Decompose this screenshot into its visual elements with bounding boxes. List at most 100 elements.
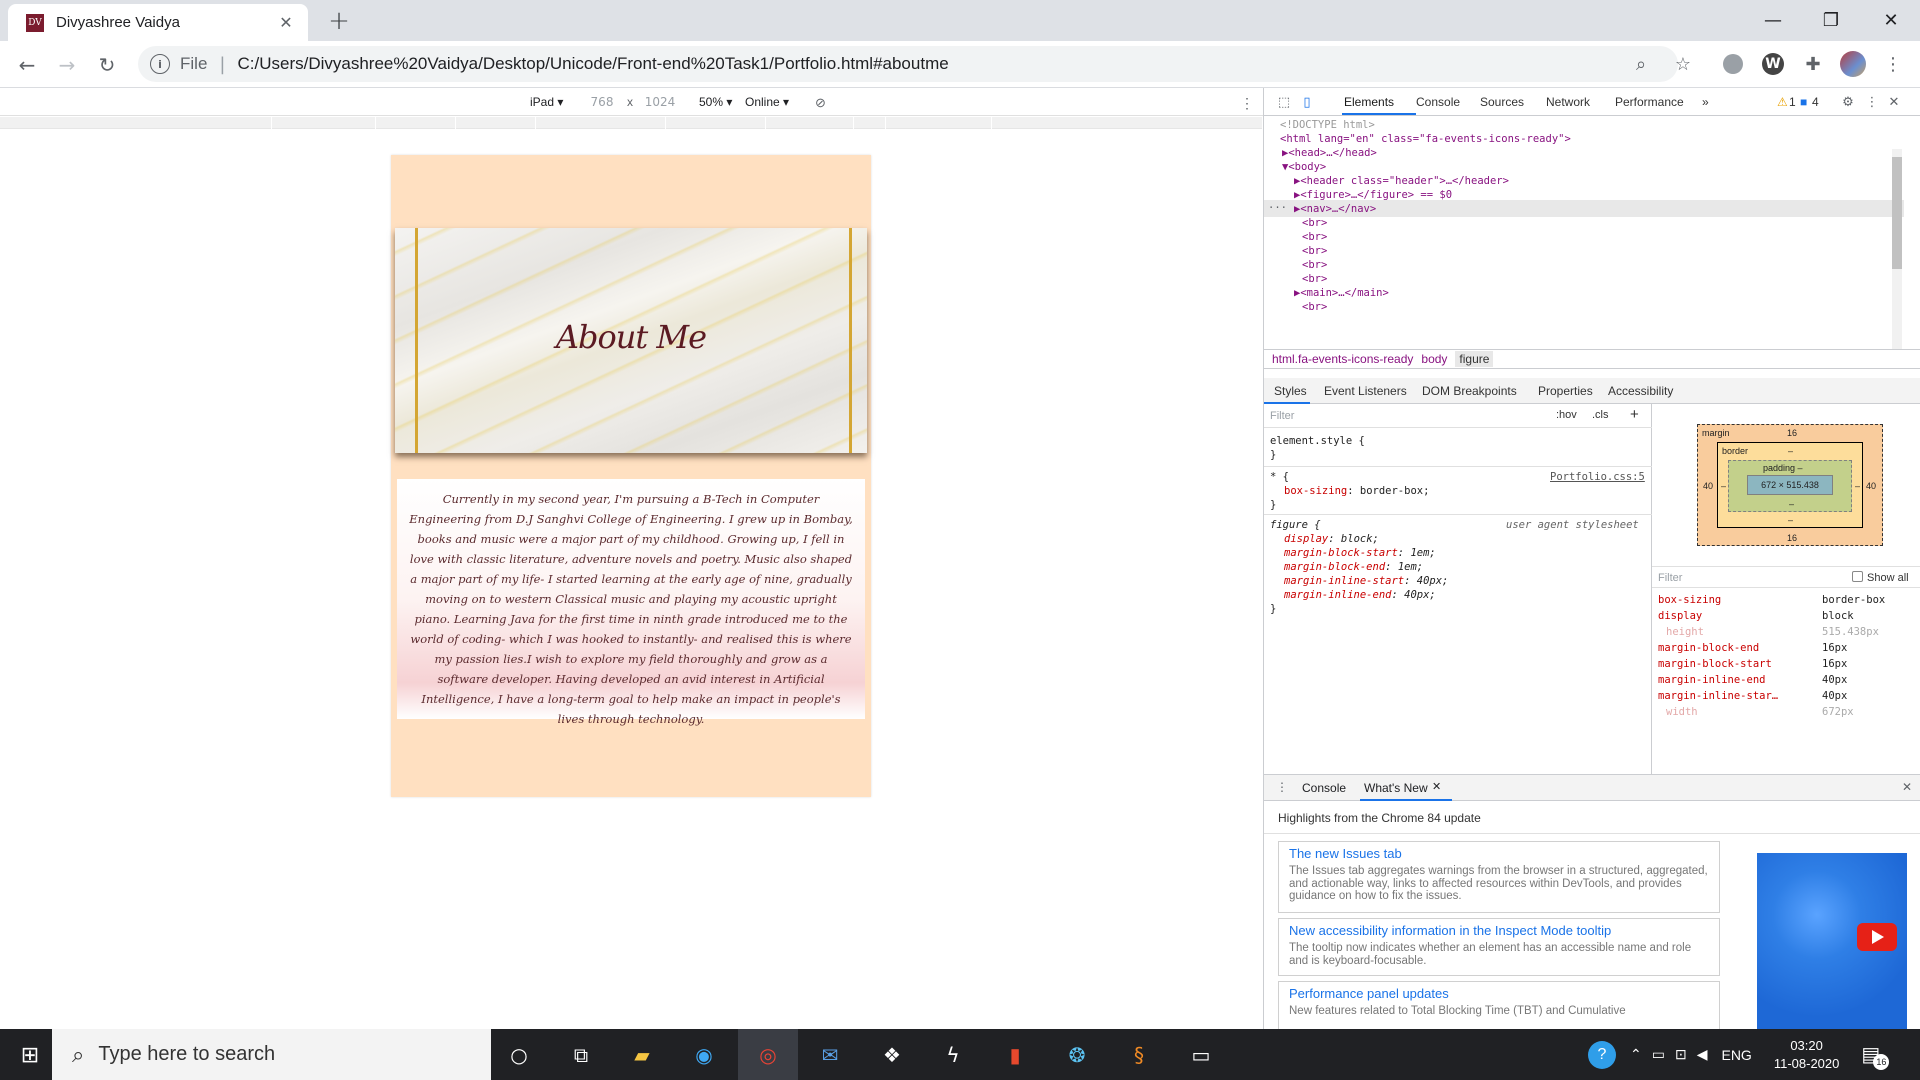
- media-query-segment[interactable]: [854, 117, 886, 129]
- drawer-tab-console[interactable]: Console: [1302, 781, 1346, 795]
- tab-console[interactable]: Console: [1416, 95, 1460, 109]
- app-bolt-icon[interactable]: ϟ: [937, 1039, 969, 1071]
- class-toggle[interactable]: .cls: [1592, 409, 1609, 421]
- tray-chevron-icon[interactable]: ⌃: [1630, 1046, 1642, 1063]
- drawer-menu-icon[interactable]: ⋮: [1276, 780, 1288, 794]
- youtube-play-icon[interactable]: [1857, 923, 1897, 951]
- new-tab-button[interactable]: +: [324, 6, 354, 36]
- media-query-segment[interactable]: [272, 117, 376, 129]
- media-query-segment[interactable]: [456, 117, 536, 129]
- terminal-icon[interactable]: ▭: [1185, 1039, 1217, 1071]
- tab-network[interactable]: Network: [1546, 95, 1590, 109]
- styles-filter-input[interactable]: Filter: [1270, 410, 1294, 422]
- office-icon[interactable]: ▮: [999, 1039, 1031, 1071]
- cortana-icon[interactable]: ○: [503, 1039, 535, 1071]
- media-query-segment[interactable]: [886, 117, 992, 129]
- device-toggle-icon[interactable]: ▯: [1299, 94, 1315, 110]
- whats-new-card[interactable]: The new Issues tab The Issues tab aggreg…: [1278, 841, 1720, 913]
- media-query-bar[interactable]: [0, 117, 1263, 129]
- computed-row[interactable]: margin-block-start 16px: [1652, 656, 1920, 672]
- padding-bottom-value[interactable]: –: [1789, 499, 1794, 509]
- margin-top-value[interactable]: 16: [1787, 428, 1797, 438]
- devtools-menu-icon[interactable]: ⋮: [1864, 94, 1880, 110]
- computed-row[interactable]: height 515.438px: [1652, 624, 1920, 640]
- computed-row[interactable]: margin-inline-end 40px: [1652, 672, 1920, 688]
- box-model-margin[interactable]: margin 16 16 40 40 border – – – – paddin…: [1697, 424, 1883, 546]
- computed-row[interactable]: margin-inline-star… 40px: [1652, 688, 1920, 704]
- zoom-select[interactable]: 50% ▾: [699, 95, 732, 109]
- media-query-segment[interactable]: [992, 117, 1263, 129]
- warning-count[interactable]: 1: [1789, 95, 1796, 109]
- subtab-properties[interactable]: Properties: [1538, 384, 1593, 398]
- new-rule-button[interactable]: +: [1630, 406, 1639, 423]
- profile-avatar[interactable]: [1838, 49, 1868, 79]
- declaration-margin-inline-start[interactable]: margin-inline-start: 40px;: [1284, 574, 1448, 588]
- subtab-dom-breakpoints[interactable]: DOM Breakpoints: [1422, 384, 1517, 398]
- border-right-value[interactable]: –: [1855, 481, 1860, 491]
- dom-node[interactable]: <br>: [1302, 299, 1327, 316]
- network-throttle-select[interactable]: Online ▾: [745, 95, 789, 109]
- declaration-margin-block-end[interactable]: margin-block-end: 1em;: [1284, 560, 1423, 574]
- margin-right-value[interactable]: 40: [1866, 481, 1876, 491]
- dom-scroll-thumb[interactable]: [1892, 157, 1902, 269]
- taskbar-search-box[interactable]: ⌕ Type here to search: [52, 1029, 491, 1080]
- margin-bottom-value[interactable]: 16: [1787, 533, 1797, 543]
- computed-row[interactable]: width 672px: [1652, 704, 1920, 720]
- box-model-border[interactable]: border – – – – padding – – 672 × 515.438: [1717, 442, 1863, 528]
- minimize-button[interactable]: —: [1744, 0, 1802, 40]
- margin-left-value[interactable]: 40: [1703, 481, 1713, 491]
- close-window-button[interactable]: ✕: [1862, 0, 1920, 40]
- close-whats-new-icon[interactable]: ✕: [1432, 780, 1441, 793]
- whats-new-card[interactable]: New accessibility information in the Ins…: [1278, 918, 1720, 976]
- computed-row[interactable]: display block: [1652, 608, 1920, 624]
- reload-icon[interactable]: ↻: [92, 50, 122, 80]
- edge-browser-icon[interactable]: ◉: [688, 1039, 720, 1071]
- card-title[interactable]: Performance panel updates: [1289, 986, 1709, 1001]
- extensions-puzzle-icon[interactable]: ✚: [1798, 49, 1828, 79]
- media-query-segment[interactable]: [536, 117, 666, 129]
- device-height-input[interactable]: 1024: [638, 93, 682, 111]
- declaration-display[interactable]: display: block;: [1284, 532, 1379, 546]
- network-icon[interactable]: ⊡: [1675, 1046, 1687, 1063]
- declaration-margin-inline-end[interactable]: margin-inline-end: 40px;: [1284, 588, 1436, 602]
- notifications-icon[interactable]: ▤ 16: [1861, 1042, 1890, 1070]
- close-drawer-icon[interactable]: ✕: [1902, 780, 1912, 794]
- wordpress-extension-icon[interactable]: W: [1758, 49, 1788, 79]
- message-count[interactable]: 4: [1812, 95, 1819, 109]
- whats-new-video-thumbnail[interactable]: [1757, 853, 1907, 1030]
- border-bottom-value[interactable]: –: [1788, 515, 1793, 525]
- tab-performance[interactable]: Performance: [1615, 95, 1684, 109]
- bookmark-star-icon[interactable]: ☆: [1668, 49, 1698, 79]
- clock[interactable]: 03:20 11-08-2020: [1774, 1037, 1840, 1073]
- browser-tab[interactable]: DV Divyashree Vaidya ✕: [8, 4, 308, 41]
- border-top-value[interactable]: –: [1788, 446, 1793, 456]
- media-query-segment[interactable]: [376, 117, 456, 129]
- forward-arrow-icon[interactable]: →: [52, 50, 82, 80]
- hover-state-toggle[interactable]: :hov: [1556, 409, 1577, 421]
- help-icon[interactable]: ?: [1588, 1040, 1616, 1069]
- warning-icon[interactable]: ⚠: [1777, 95, 1788, 109]
- message-icon[interactable]: ■: [1800, 95, 1807, 109]
- dropbox-icon[interactable]: ❖: [876, 1039, 908, 1071]
- language-indicator[interactable]: ENG: [1721, 1047, 1751, 1063]
- battery-icon[interactable]: ▭: [1652, 1046, 1665, 1063]
- computed-filter-input[interactable]: Filter: [1658, 572, 1682, 584]
- card-title[interactable]: The new Issues tab: [1289, 846, 1709, 861]
- subtab-event-listeners[interactable]: Event Listeners: [1324, 384, 1407, 398]
- media-query-segment[interactable]: [0, 117, 272, 129]
- tab-elements[interactable]: Elements: [1344, 95, 1394, 109]
- breadcrumb-body[interactable]: body: [1421, 352, 1447, 366]
- windows-start-icon[interactable]: ⊞: [14, 1039, 46, 1071]
- inspect-element-icon[interactable]: ⬚: [1276, 94, 1292, 110]
- chrome-app-icon[interactable]: ◎: [752, 1039, 784, 1071]
- sublime-text-icon[interactable]: §: [1123, 1039, 1155, 1071]
- url-text[interactable]: C:/Users/Divyashree%20Vaidya/Desktop/Uni…: [237, 54, 948, 74]
- declaration-margin-block-start[interactable]: margin-block-start: 1em;: [1284, 546, 1436, 560]
- more-tabs-button[interactable]: »: [1702, 95, 1709, 109]
- app-gear-icon[interactable]: ❂: [1061, 1039, 1093, 1071]
- card-title[interactable]: New accessibility information in the Ins…: [1289, 923, 1709, 938]
- show-all-checkbox[interactable]: [1852, 571, 1863, 582]
- task-view-icon[interactable]: ⧉: [565, 1039, 597, 1071]
- border-left-value[interactable]: –: [1721, 481, 1726, 491]
- zoom-search-icon[interactable]: ⌕: [1626, 49, 1656, 79]
